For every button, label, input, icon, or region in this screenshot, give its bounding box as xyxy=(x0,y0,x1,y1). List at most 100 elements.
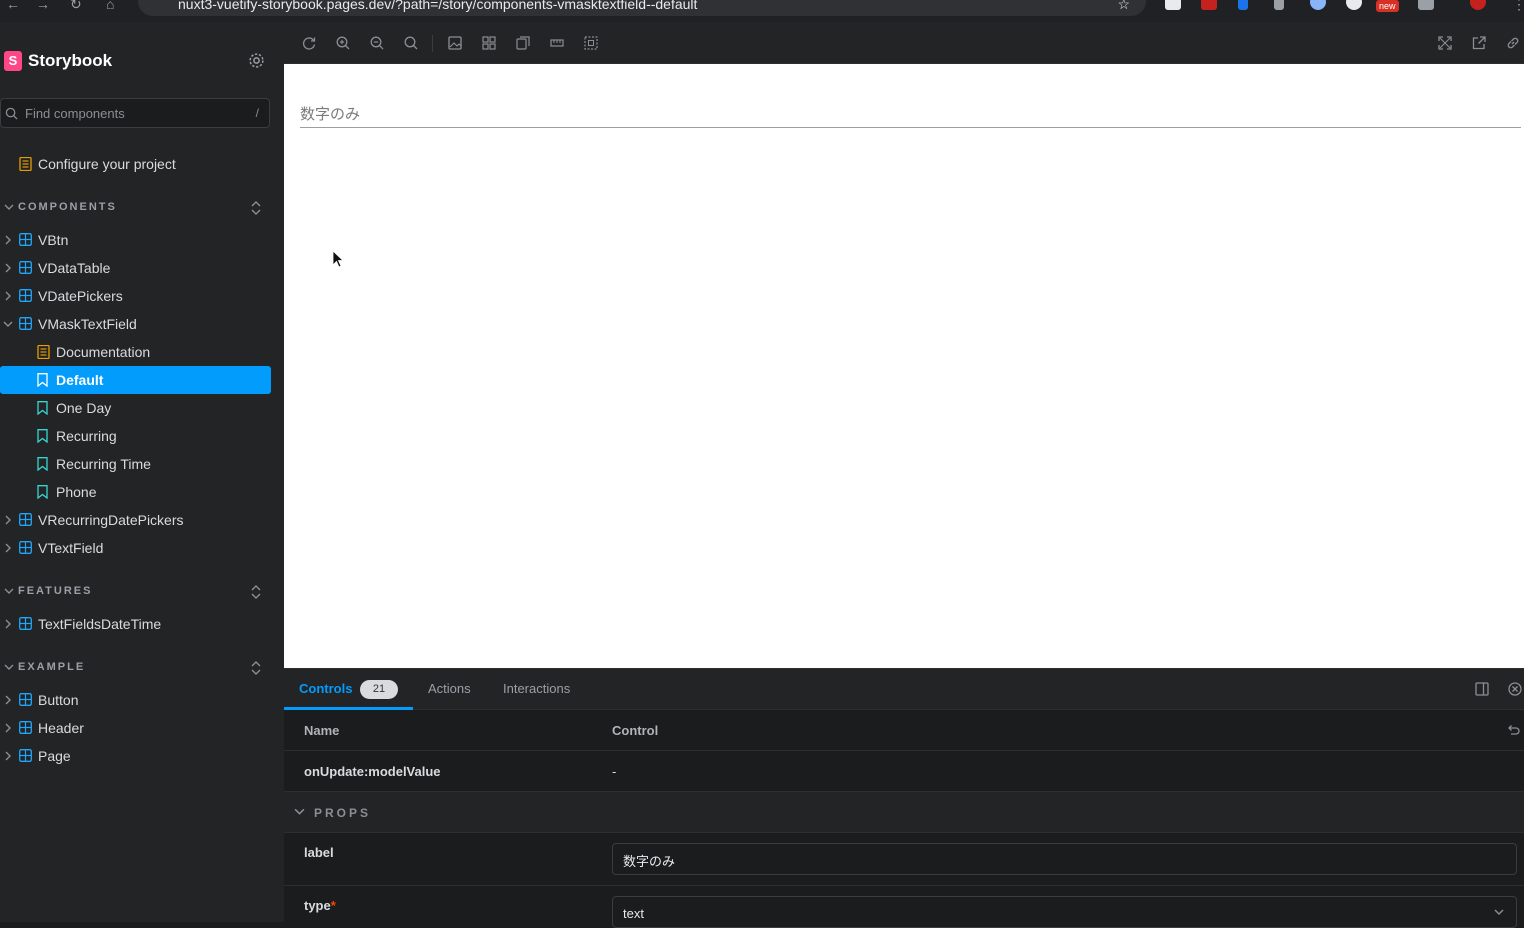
sidebar-item-textfieldsdatetime[interactable]: TextFieldsDateTime xyxy=(0,610,271,638)
tab-controls[interactable]: Controls xyxy=(299,681,352,696)
component-icon xyxy=(19,233,32,246)
tab-interactions[interactable]: Interactions xyxy=(503,681,570,696)
sidebar-item-one-day[interactable]: One Day xyxy=(0,394,271,422)
bookmark-icon xyxy=(37,373,50,387)
sidebar-item-vdatatable[interactable]: VDataTable xyxy=(0,254,271,282)
reload-icon[interactable]: ↻ xyxy=(70,0,82,13)
control-row-type: type* text xyxy=(284,886,1524,928)
sidebar-item-label: Header xyxy=(38,720,84,736)
gear-icon[interactable] xyxy=(248,52,265,69)
panel-orientation-icon[interactable] xyxy=(1475,682,1489,696)
open-new-tab-icon[interactable] xyxy=(1472,36,1486,50)
section-title: PROPS xyxy=(314,806,372,820)
chevron-down-icon xyxy=(1494,907,1504,917)
zoom-in-icon[interactable] xyxy=(336,36,350,50)
component-icon xyxy=(19,261,32,274)
chevron-right-icon xyxy=(3,263,13,273)
sidebar-item-vdatepickers[interactable]: VDatePickers xyxy=(0,282,271,310)
control-row-event: onUpdate:modelValue - xyxy=(284,751,1524,792)
profile-avatar[interactable] xyxy=(1470,0,1486,10)
props-section-header[interactable]: PROPS xyxy=(284,792,1524,833)
sidebar-item-label: Configure your project xyxy=(38,156,176,172)
storybook-logo-icon: S xyxy=(4,51,22,71)
grid-icon[interactable] xyxy=(482,36,496,50)
address-bar[interactable]: nuxt3-vuetify-storybook.pages.dev/?path=… xyxy=(138,0,1146,16)
bookmark-star-icon[interactable]: ☆ xyxy=(1117,0,1130,13)
component-icon xyxy=(19,513,32,526)
control-name: onUpdate:modelValue xyxy=(304,764,441,779)
mask-text-field[interactable]: 数字のみ xyxy=(300,102,1521,128)
expand-collapse-icon[interactable] xyxy=(250,660,262,676)
sidebar-item-vmasktextfield[interactable]: VMaskTextField xyxy=(0,310,271,338)
expand-collapse-icon[interactable] xyxy=(250,200,262,216)
control-name: label xyxy=(304,845,334,860)
fullscreen-icon[interactable] xyxy=(1438,36,1452,50)
sidebar-item-recurring[interactable]: Recurring xyxy=(0,422,271,450)
search-input[interactable]: Find components / xyxy=(0,98,270,128)
select-value: text xyxy=(623,906,644,921)
sidebar-item-vtextfield[interactable]: VTextField xyxy=(0,534,271,562)
section-components[interactable]: COMPONENTS xyxy=(0,198,271,218)
section-features[interactable]: FEATURES xyxy=(0,582,271,602)
extension-icon[interactable] xyxy=(1346,0,1362,10)
extensions-puzzle-icon[interactable] xyxy=(1418,0,1434,10)
tab-actions[interactable]: Actions xyxy=(428,681,471,696)
viewport-icon[interactable] xyxy=(516,36,530,50)
extension-icon[interactable] xyxy=(1165,0,1181,10)
sidebar-item-label: VDatePickers xyxy=(38,288,123,304)
chevron-right-icon xyxy=(3,543,13,553)
control-name: type* xyxy=(304,898,336,913)
extension-icon[interactable] xyxy=(1274,0,1284,10)
zoom-out-icon[interactable] xyxy=(370,36,384,50)
back-icon[interactable]: ← xyxy=(6,0,20,12)
measure-icon[interactable] xyxy=(550,36,564,50)
sidebar-item-label: Phone xyxy=(56,484,97,500)
sidebar-item-page[interactable]: Page xyxy=(0,742,271,770)
section-title: EXAMPLE xyxy=(18,661,86,673)
textarea-value: 数字のみ xyxy=(623,854,676,869)
section-title: COMPONENTS xyxy=(18,201,117,213)
section-example[interactable]: EXAMPLE xyxy=(0,658,271,678)
forward-icon[interactable]: → xyxy=(36,0,50,12)
sidebar-item-label: VTextField xyxy=(38,540,104,556)
type-label: type xyxy=(304,898,331,913)
sidebar-item-recurring-time[interactable]: Recurring Time xyxy=(0,450,271,478)
close-icon[interactable] xyxy=(1508,682,1522,696)
copy-link-icon[interactable] xyxy=(1506,36,1520,50)
control-row-label: label 数字のみ xyxy=(284,833,1524,886)
storybook-brand[interactable]: S Storybook xyxy=(4,51,112,71)
document-icon xyxy=(37,345,50,359)
extension-icon[interactable] xyxy=(1201,0,1217,10)
type-select[interactable]: text xyxy=(612,896,1517,928)
chevron-right-icon xyxy=(3,751,13,761)
address-url: nuxt3-vuetify-storybook.pages.dev/?path=… xyxy=(178,0,698,12)
extension-icon[interactable] xyxy=(1238,0,1248,10)
section-title: FEATURES xyxy=(18,585,93,597)
sidebar-item-phone[interactable]: Phone xyxy=(0,478,271,506)
label-textarea[interactable]: 数字のみ xyxy=(612,843,1517,875)
chevron-right-icon xyxy=(3,515,13,525)
component-icon xyxy=(19,541,32,554)
brand-name: Storybook xyxy=(28,51,113,70)
extension-icon[interactable] xyxy=(1310,0,1326,10)
browser-menu-icon[interactable]: ⋮ xyxy=(1512,0,1524,13)
sidebar-item-button[interactable]: Button xyxy=(0,686,271,714)
bookmark-icon xyxy=(37,457,50,471)
remount-icon[interactable] xyxy=(302,36,316,50)
sidebar-item-vrecurringdatepickers[interactable]: VRecurringDatePickers xyxy=(0,506,271,534)
sidebar-item-configure[interactable]: Configure your project xyxy=(0,150,271,178)
browser-toolbar: ← → ↻ ⌂ nuxt3-vuetify-storybook.pages.de… xyxy=(0,0,1524,22)
story-canvas: 数字のみ xyxy=(284,64,1524,668)
field-label: 数字のみ xyxy=(300,106,361,123)
sidebar-item-vbtn[interactable]: VBtn xyxy=(0,226,271,254)
reset-icon[interactable] xyxy=(1506,723,1520,737)
bookmark-icon xyxy=(37,401,50,415)
home-icon[interactable]: ⌂ xyxy=(106,0,114,12)
background-image-icon[interactable] xyxy=(448,36,462,50)
sidebar-item-documentation[interactable]: Documentation xyxy=(0,338,271,366)
sidebar-item-default[interactable]: Default xyxy=(0,366,271,394)
expand-collapse-icon[interactable] xyxy=(250,584,262,600)
sidebar-item-header[interactable]: Header xyxy=(0,714,271,742)
outline-icon[interactable] xyxy=(584,36,598,50)
zoom-reset-icon[interactable] xyxy=(404,36,418,50)
